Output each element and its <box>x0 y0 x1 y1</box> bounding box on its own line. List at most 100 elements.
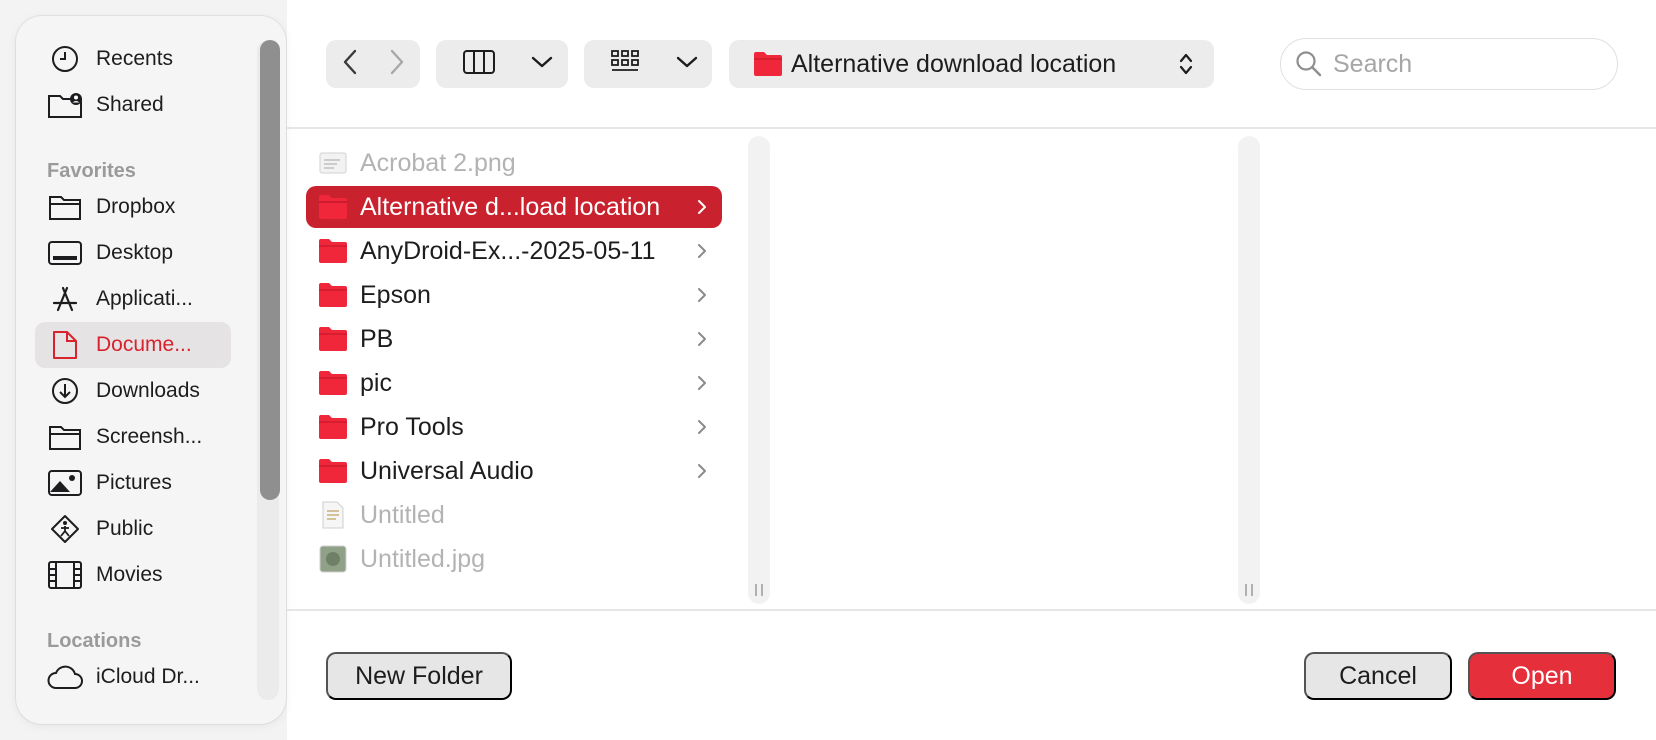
applications-icon <box>47 284 83 314</box>
column-2-resize-handle[interactable] <box>1238 136 1260 604</box>
file-name: Universal Audio <box>360 456 534 485</box>
chevron-right-icon <box>389 49 405 80</box>
file-name: AnyDroid-Ex...-2025-05-11 <box>360 236 656 265</box>
chevron-right-icon <box>692 373 712 393</box>
file-name: pic <box>360 368 392 397</box>
folder-icon <box>318 370 348 396</box>
columns-icon <box>463 49 495 79</box>
view-mode-dropdown[interactable] <box>522 40 562 88</box>
sidebar-item-label: Docume... <box>96 333 192 356</box>
new-folder-button[interactable]: New Folder <box>326 652 512 700</box>
search-input[interactable] <box>1333 49 1593 79</box>
sidebar-scrollbar[interactable] <box>260 40 280 500</box>
sidebar-item-desktop[interactable]: Desktop <box>35 230 231 276</box>
shared-folder-icon <box>47 90 83 120</box>
sidebar-item-recents[interactable]: Recents <box>35 36 231 82</box>
file-row-alternative-download-location[interactable]: Alternative d...load location <box>306 186 722 228</box>
file-row-pic[interactable]: pic <box>306 362 722 404</box>
image-thumbnail-icon <box>318 545 348 573</box>
folder-icon <box>47 192 83 222</box>
chevron-right-icon <box>692 241 712 261</box>
chevron-down-icon <box>676 55 698 74</box>
sidebar-item-public[interactable]: Public <box>35 506 231 552</box>
sidebar-item-downloads[interactable]: Downloads <box>35 368 231 414</box>
folder-icon <box>318 458 348 484</box>
file-name: Epson <box>360 280 431 309</box>
pictures-icon <box>47 468 83 498</box>
folder-icon <box>318 194 348 220</box>
document-icon <box>47 330 83 360</box>
grid-icon <box>610 49 640 80</box>
file-name: Untitled.jpg <box>360 544 486 573</box>
sidebar-item-dropbox[interactable]: Dropbox <box>35 184 231 230</box>
chevron-right-icon <box>692 285 712 305</box>
file-row-untitled[interactable]: Untitled <box>306 494 722 536</box>
download-icon <box>47 376 83 406</box>
footer-divider <box>287 609 1656 611</box>
cancel-button[interactable]: Cancel <box>1304 652 1452 700</box>
folder-icon <box>47 422 83 452</box>
group-button[interactable] <box>584 40 666 88</box>
sidebar-item-label: iCloud Dr... <box>96 665 200 688</box>
sidebar-item-label: Recents <box>96 47 174 70</box>
sidebar-item-label: Screensh... <box>96 425 203 448</box>
column-1-resize-handle[interactable] <box>748 136 770 604</box>
file-row-acrobat-2-png[interactable]: Acrobat 2.png <box>306 142 722 184</box>
clock-icon <box>47 44 83 74</box>
file-name: Acrobat 2.png <box>360 148 516 177</box>
sidebar-item-movies[interactable]: Movies <box>35 552 231 598</box>
cloud-icon <box>47 662 83 692</box>
sidebar-item-shared[interactable]: Shared <box>35 82 231 128</box>
locations-heading: Locations <box>47 630 142 652</box>
file-row-untitled-jpg[interactable]: Untitled.jpg <box>306 538 722 580</box>
chevron-right-icon <box>692 417 712 437</box>
file-name: Alternative d...load location <box>360 192 661 221</box>
file-row-anydroid-export[interactable]: AnyDroid-Ex...-2025-05-11 <box>306 230 722 272</box>
sidebar-item-icloud-drive[interactable]: iCloud Dr... <box>35 654 231 700</box>
file-row-epson[interactable]: Epson <box>306 274 722 316</box>
folder-icon <box>318 414 348 440</box>
sidebar-item-documents[interactable]: Docume... <box>35 322 231 368</box>
chevron-right-icon <box>692 329 712 349</box>
sidebar-item-screenshots[interactable]: Screensh... <box>35 414 231 460</box>
sidebar-item-label: Applicati... <box>96 287 193 310</box>
open-button[interactable]: Open <box>1468 652 1616 700</box>
file-name: Pro Tools <box>360 412 464 441</box>
column-view-button[interactable] <box>436 40 522 88</box>
folder-icon <box>753 51 783 77</box>
group-dropdown[interactable] <box>666 40 708 88</box>
sidebar-panel: Recents Shared Favorites Dropbox Desktop <box>16 16 286 724</box>
view-mode-control[interactable] <box>436 40 568 88</box>
sidebar-item-label: Desktop <box>96 241 174 264</box>
favorites-heading: Favorites <box>47 160 136 182</box>
chevron-right-icon <box>692 461 712 481</box>
public-icon <box>47 514 83 544</box>
file-row-pro-tools[interactable]: Pro Tools <box>306 406 722 448</box>
file-name: PB <box>360 324 394 353</box>
search-icon <box>1295 50 1323 78</box>
sidebar-item-label: Movies <box>96 563 163 586</box>
sidebar-item-label: Shared <box>96 93 164 116</box>
sidebar-item-applications[interactable]: Applicati... <box>35 276 231 322</box>
path-label: Alternative download location <box>791 49 1117 78</box>
folder-icon <box>318 282 348 308</box>
forward-button[interactable] <box>373 40 420 88</box>
desktop-icon <box>47 238 83 268</box>
file-row-universal-audio[interactable]: Universal Audio <box>306 450 722 492</box>
group-by-control[interactable] <box>584 40 712 88</box>
navigation-buttons <box>326 40 420 88</box>
sidebar-item-pictures[interactable]: Pictures <box>35 460 231 506</box>
search-field[interactable] <box>1280 38 1618 90</box>
chevron-up-down-icon <box>1178 51 1194 77</box>
chevron-left-icon <box>342 49 358 80</box>
chevron-right-icon <box>692 197 712 217</box>
back-button[interactable] <box>326 40 373 88</box>
sidebar-item-label: Pictures <box>96 471 172 494</box>
sidebar-item-label: Public <box>96 517 154 540</box>
movies-icon <box>47 560 83 590</box>
path-popup-button[interactable]: Alternative download location <box>729 40 1214 88</box>
file-row-pb[interactable]: PB <box>306 318 722 360</box>
folder-icon <box>318 238 348 264</box>
sidebar: Recents Shared Favorites Dropbox Desktop <box>0 0 287 740</box>
sidebar-item-label: Downloads <box>96 379 200 402</box>
